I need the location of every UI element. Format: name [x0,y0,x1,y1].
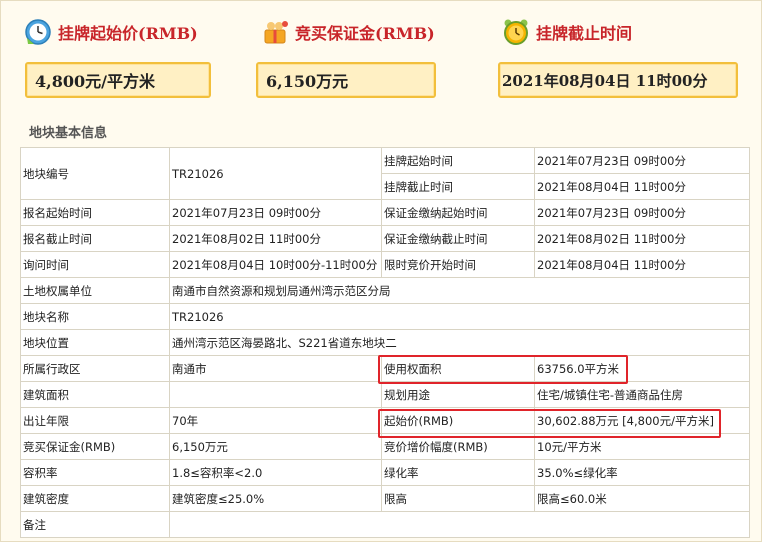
section-title: 地块基本信息 [29,126,108,141]
table-key: 保证金缴纳截止时间 [381,225,535,252]
table-row: 报名起始时间 2021年07月23日 09时00分 保证金缴纳起始时间 2021… [20,199,750,226]
table-value: 2021年07月23日 09时00分 [534,199,750,226]
clock-icon [24,18,52,46]
table-key: 所属行政区 [20,355,170,382]
table-row: 报名截止时间 2021年08月02日 11时00分 保证金缴纳截止时间 2021… [20,225,750,252]
gift-icon [261,18,289,46]
table-key: 竞买保证金(RMB) [20,433,170,460]
table-value: 2021年08月02日 11时00分 [534,225,750,252]
plot-info-table: 地块编号 TR21026 挂牌起始时间 2021年07月23日 09时00分 挂… [20,147,750,538]
table-row: 询问时间 2021年08月04日 10时00分-11时00分 限时竞价开始时间 … [20,251,750,278]
table-key: 地块编号 [20,147,170,200]
table-row: 土地权属单位 南通市自然资源和规划局通州湾示范区分局 [20,277,750,304]
table-key: 地块名称 [20,303,170,330]
table-value: 70年 [169,407,382,434]
table-value: 6,150万元 [169,433,382,460]
table-key: 使用权面积 [381,355,535,382]
deposit-value: 6,150万元 [256,62,436,98]
table-key: 土地权属单位 [20,277,170,304]
end-time-header: 挂牌截止时间 [502,18,632,46]
table-key: 规划用途 [381,381,535,408]
table-key: 挂牌起始时间 [381,147,535,174]
table-value: 2021年08月04日 10时00分-11时00分 [169,251,382,278]
end-time-label: 挂牌截止时间 [536,24,633,43]
table-value: 南通市自然资源和规划局通州湾示范区分局 [169,277,750,304]
start-price-header: 挂牌起始价(RMB) [24,18,198,46]
table-value: 63756.0平方米 [534,355,750,382]
table-value: 2021年08月04日 11时00分 [534,251,750,278]
table-row: 地块名称 TR21026 [20,303,750,330]
table-row: 备注 [20,511,750,538]
table-value [169,511,750,538]
table-key: 挂牌截止时间 [381,173,535,200]
table-key: 建筑面积 [20,381,170,408]
table-key: 备注 [20,511,170,538]
table-key: 竞价增价幅度(RMB) [381,433,535,460]
table-value: TR21026 [169,147,382,200]
table-value: 2021年08月04日 11时00分 [534,173,750,200]
table-key: 报名起始时间 [20,199,170,226]
table-row: 建筑密度 建筑密度≤25.0% 限高 限高≤60.0米 [20,485,750,512]
table-value: 30,602.88万元 [4,800元/平方米] [534,407,750,434]
table-value: 2021年08月02日 11时00分 [169,225,382,252]
table-value [169,381,382,408]
table-row: 出让年限 70年 起始价(RMB) 30,602.88万元 [4,800元/平方… [20,407,750,434]
table-value: TR21026 [169,303,750,330]
table-value: 1.8≤容积率<2.0 [169,459,382,486]
table-key: 报名截止时间 [20,225,170,252]
deposit-label: 竞买保证金(RMB) [295,24,435,43]
table-value: 建筑密度≤25.0% [169,485,382,512]
table-key: 容积率 [20,459,170,486]
start-price-value: 4,800元/平方米 [25,62,211,98]
table-value: 通州湾示范区海晏路北、S221省道东地块二 [169,329,750,356]
table-row: 地块位置 通州湾示范区海晏路北、S221省道东地块二 [20,329,750,356]
table-key: 地块位置 [20,329,170,356]
table-key: 起始价(RMB) [381,407,535,434]
table-value: 南通市 [169,355,382,382]
table-key: 限高 [381,485,535,512]
table-value: 2021年07月23日 09时00分 [534,147,750,174]
table-value: 10元/平方米 [534,433,750,460]
table-row: 竞买保证金(RMB) 6,150万元 竞价增价幅度(RMB) 10元/平方米 [20,433,750,460]
table-key: 询问时间 [20,251,170,278]
table-key: 出让年限 [20,407,170,434]
table-key: 限时竞价开始时间 [381,251,535,278]
deposit-header: 竞买保证金(RMB) [261,18,435,46]
table-row: 所属行政区 南通市 使用权面积 63756.0平方米 [20,355,750,382]
table-key: 保证金缴纳起始时间 [381,199,535,226]
alarm-clock-icon [502,18,530,46]
start-price-label: 挂牌起始价(RMB) [58,24,198,43]
table-row: 地块编号 TR21026 挂牌起始时间 2021年07月23日 09时00分 [20,147,750,200]
table-key: 绿化率 [381,459,535,486]
table-value: 2021年07月23日 09时00分 [169,199,382,226]
table-row: 容积率 1.8≤容积率<2.0 绿化率 35.0%≤绿化率 [20,459,750,486]
table-key: 建筑密度 [20,485,170,512]
table-value: 住宅/城镇住宅-普通商品住房 [534,381,750,408]
table-value: 限高≤60.0米 [534,485,750,512]
end-time-value: 2021年08月04日 11时00分 [498,62,738,98]
table-value: 35.0%≤绿化率 [534,459,750,486]
table-row: 建筑面积 规划用途 住宅/城镇住宅-普通商品住房 [20,381,750,408]
